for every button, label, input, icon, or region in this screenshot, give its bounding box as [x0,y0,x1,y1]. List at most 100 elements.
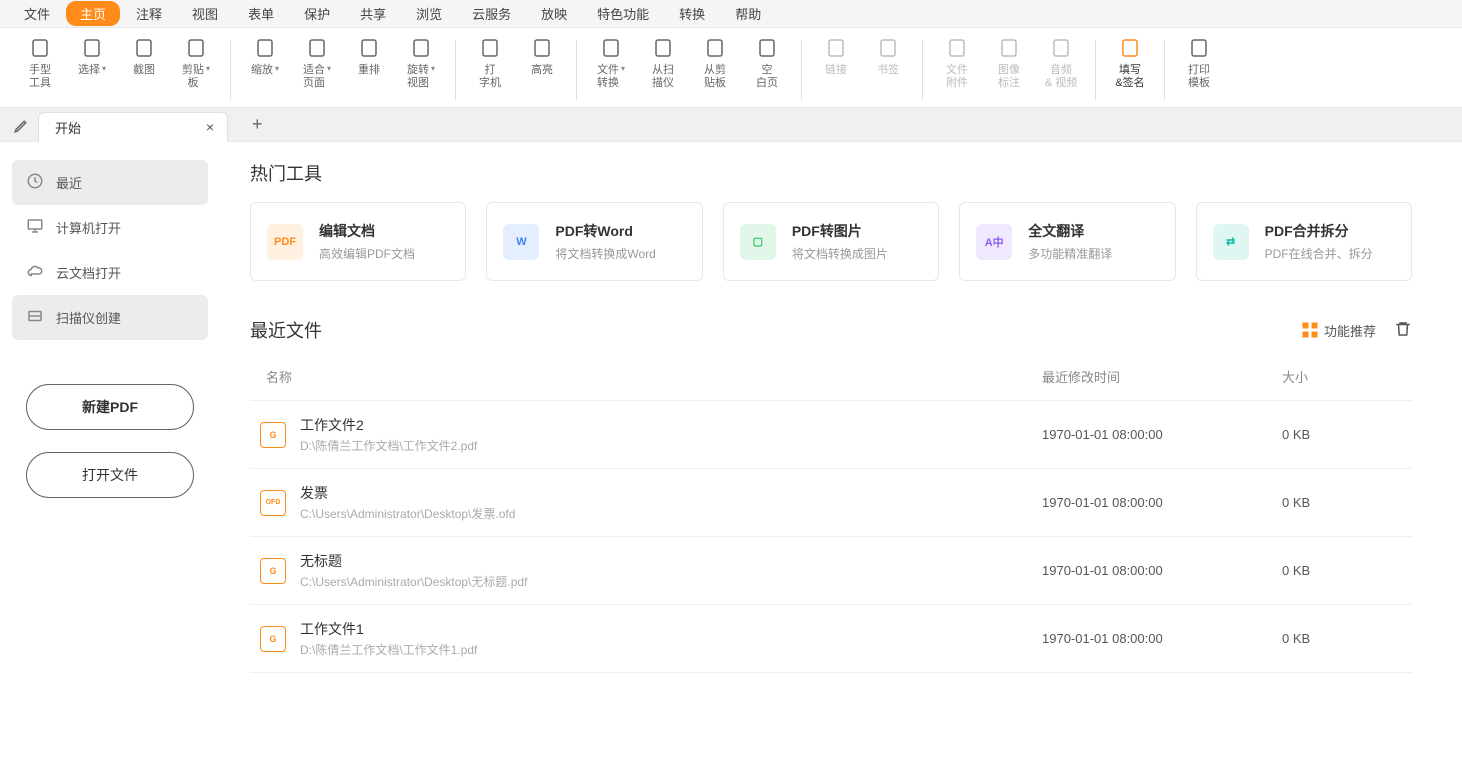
file-path: D:\陈倩兰工作文档\工作文件1.pdf [300,641,1042,658]
file-row[interactable]: G工作文件2D:\陈倩兰工作文档\工作文件2.pdf1970-01-01 08:… [250,401,1412,469]
col-name: 名称 [260,367,1042,386]
recommend-button[interactable]: 功能推荐 [1302,321,1376,340]
tool-bookmark: 书签 [870,34,906,77]
card-sub: 将文档转换成图片 [792,245,888,262]
tool-blank-page[interactable]: 空 白页 [749,34,785,90]
file-path: D:\陈倩兰工作文档\工作文件2.pdf [300,437,1042,454]
menu-item-4[interactable]: 表单 [234,1,288,26]
card-to-image[interactable]: ▢PDF转图片将文档转换成图片 [723,202,939,281]
tab-add-button[interactable]: + [252,114,263,135]
tool-clipboard[interactable]: 剪贴 板▾ [178,34,214,90]
tool-label: 缩放 [251,64,273,77]
tool-from-clipboard[interactable]: 从剪 贴板 [697,34,733,90]
hand-icon [26,34,54,62]
tab-0[interactable]: 开始× [38,112,228,142]
blank-page-icon [753,34,781,62]
menu-item-10[interactable]: 特色功能 [583,1,663,26]
tool-label: 从剪 贴板 [704,64,726,90]
menu-item-9[interactable]: 放映 [527,1,581,26]
menu-item-7[interactable]: 浏览 [402,1,456,26]
reflow-icon [355,34,383,62]
card-translate[interactable]: A中全文翻译多功能精准翻译 [959,202,1175,281]
tool-text-select[interactable]: 选择▾ [74,34,110,90]
tab-title: 开始 [55,118,203,137]
bookmark-icon [874,34,902,62]
tool-label: 空 白页 [756,64,778,90]
tool-highlight[interactable]: 高亮 [524,34,560,90]
card-to-word[interactable]: WPDF转Word将文档转换成Word [486,202,702,281]
col-size: 大小 [1282,367,1402,386]
tool-snapshot[interactable]: 截图 [126,34,162,90]
file-ofd-icon: OFD [260,490,286,516]
fill-sign-icon [1116,34,1144,62]
file-row[interactable]: OFD 发票 C:\Users\Administrator\Desktop\发票.o… [250,469,1412,537]
from-clipboard-icon [701,34,729,62]
close-icon[interactable]: × [203,120,217,134]
to-image-icon: ▢ [740,224,776,260]
computer-icon [26,217,44,238]
edit-doc-icon: PDF [267,224,303,260]
menu-item-1[interactable]: 主页 [66,1,120,26]
chevron-down-icon: ▾ [102,64,106,73]
file-row[interactable]: G工作文件1D:\陈倩兰工作文档\工作文件1.pdf1970-01-01 08:… [250,605,1412,673]
trash-button[interactable] [1394,320,1412,341]
tool-file-convert[interactable]: 文件 转换▾ [593,34,629,90]
tool-typewriter[interactable]: 打 字机 [472,34,508,90]
menu-item-2[interactable]: 注释 [122,1,176,26]
menu-item-11[interactable]: 转换 [665,1,719,26]
pen-icon[interactable] [6,111,38,139]
tool-scanner[interactable]: 从扫 描仪 [645,34,681,90]
file-name: 无标题 [300,551,1042,571]
menu-item-8[interactable]: 云服务 [458,1,525,26]
link-icon [822,34,850,62]
tool-label: 打 字机 [479,64,501,90]
zoom-icon [251,34,279,62]
file-size: 0 KB [1282,563,1402,578]
tool-image-annot: 图像 标注 [991,34,1027,90]
attachment-icon [943,34,971,62]
card-sub: 多功能精准翻译 [1028,245,1112,262]
menu-item-5[interactable]: 保护 [290,1,344,26]
chevron-down-icon: ▾ [327,64,331,73]
menu-item-6[interactable]: 共享 [346,1,400,26]
menu-item-3[interactable]: 视图 [178,1,232,26]
tool-print-template[interactable]: 打印 模板 [1181,34,1217,90]
card-edit-doc[interactable]: PDF编辑文档高效编辑PDF文档 [250,202,466,281]
sidebar-item-cloud[interactable]: 云文档打开 [12,250,208,295]
sidebar-item-clock[interactable]: 最近 [12,160,208,205]
tool-label: 打印 模板 [1188,64,1210,90]
sidebar-item-scanner-create[interactable]: 扫描仪创建 [12,295,208,340]
snapshot-icon [130,34,158,62]
file-name: 工作文件2 [300,415,1042,435]
tool-hand[interactable]: 手型 工具 [22,34,58,90]
file-name: 发票 [300,483,1042,503]
open-file-button[interactable]: 打开文件 [26,452,194,498]
sidebar: 最近计算机打开云文档打开扫描仪创建 新建PDF 打开文件 [0,142,220,777]
menu-item-12[interactable]: 帮助 [721,1,775,26]
card-merge-split[interactable]: ⇄PDF合并拆分PDF在线合并、拆分 [1196,202,1412,281]
file-row[interactable]: G无标题C:\Users\Administrator\Desktop\无标题.p… [250,537,1412,605]
tool-zoom[interactable]: 缩放▾ [247,34,283,90]
tool-label: 适合 页面 [303,64,325,90]
sidebar-item-label: 云文档打开 [56,263,121,282]
tool-rotate[interactable]: 旋转 视图▾ [403,34,439,90]
tool-reflow[interactable]: 重排 [351,34,387,90]
tool-label: 旋转 视图 [407,64,429,90]
menubar: 文件主页注释视图表单保护共享浏览云服务放映特色功能转换帮助 [0,0,1462,28]
new-pdf-button[interactable]: 新建PDF [26,384,194,430]
main: 最近计算机打开云文档打开扫描仪创建 新建PDF 打开文件 热门工具 PDF编辑文… [0,142,1462,777]
file-convert-icon [597,34,625,62]
scanner-create-icon [26,307,44,328]
tool-label: 重排 [358,64,380,77]
card-sub: 高效编辑PDF文档 [319,245,415,262]
file-path: C:\Users\Administrator\Desktop\发票.ofd [300,505,1042,522]
sidebar-item-computer[interactable]: 计算机打开 [12,205,208,250]
file-mtime: 1970-01-01 08:00:00 [1042,563,1282,578]
menu-item-0[interactable]: 文件 [10,1,64,26]
tool-fit-page[interactable]: 适合 页面▾ [299,34,335,90]
file-mtime: 1970-01-01 08:00:00 [1042,631,1282,646]
tool-label: 从扫 描仪 [652,64,674,90]
tool-fill-sign[interactable]: 填写 &签名 [1112,34,1148,90]
tool-label: 文件 附件 [946,64,968,90]
col-mtime: 最近修改时间 [1042,367,1282,386]
